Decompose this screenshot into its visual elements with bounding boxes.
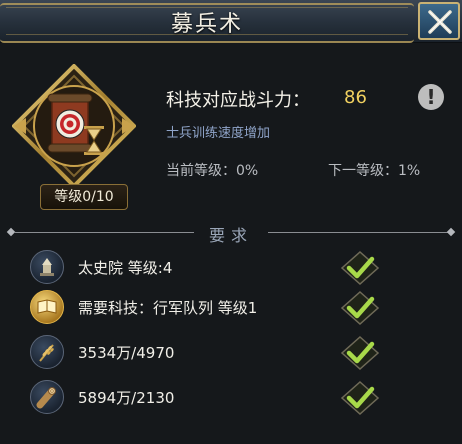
bell-tower-icon <box>40 258 54 276</box>
requirement-text: 3534万/4970 <box>78 344 175 362</box>
check-icon <box>340 290 380 326</box>
log-icon <box>36 387 56 409</box>
requirement-icon-frame <box>30 335 64 369</box>
divider-diamond-right <box>446 227 456 237</box>
exclamation-icon: ! <box>426 85 436 109</box>
requirement-row: 太史院 等级:4 <box>0 248 462 288</box>
divider-line-left <box>14 232 194 233</box>
window-title: 募兵术 <box>170 12 243 37</box>
requirement-icon-frame <box>30 250 64 284</box>
requirement-row: 需要科技：行军队列 等级1 <box>0 288 462 328</box>
requirement-row: 3534万/4970 <box>0 333 462 373</box>
requirements-title: 要求 <box>208 226 253 245</box>
window-header: 募兵术 <box>0 0 462 43</box>
requirements-header: 要求 <box>0 222 462 245</box>
requirement-text: 需要科技：行军队列 等级1 <box>78 299 258 317</box>
info-button[interactable]: ! <box>418 84 444 110</box>
requirement-icon-frame <box>30 290 64 324</box>
check-icon <box>340 335 380 371</box>
power-label: 科技对应战斗力： <box>166 90 310 111</box>
check-icon <box>340 380 380 416</box>
current-level-bonus: 当前等级：0% <box>166 163 259 179</box>
next-level-bonus: 下一等级：1% <box>328 163 421 179</box>
check-icon <box>340 250 380 286</box>
tech-description: 士兵训练速度增加 <box>166 126 271 141</box>
close-x-icon <box>428 10 452 34</box>
requirement-row: 5894万/2130 <box>0 378 462 418</box>
close-button[interactable] <box>418 2 460 40</box>
requirement-text: 太史院 等级:4 <box>78 259 173 277</box>
requirement-icon-frame <box>30 380 64 414</box>
book-icon <box>37 299 57 314</box>
power-value: 86 <box>344 87 367 108</box>
divider-line-right <box>268 232 450 233</box>
wheat-icon <box>39 344 54 362</box>
tech-level-badge: 等级0/10 <box>40 184 128 210</box>
requirement-text: 5894万/2130 <box>78 389 175 407</box>
